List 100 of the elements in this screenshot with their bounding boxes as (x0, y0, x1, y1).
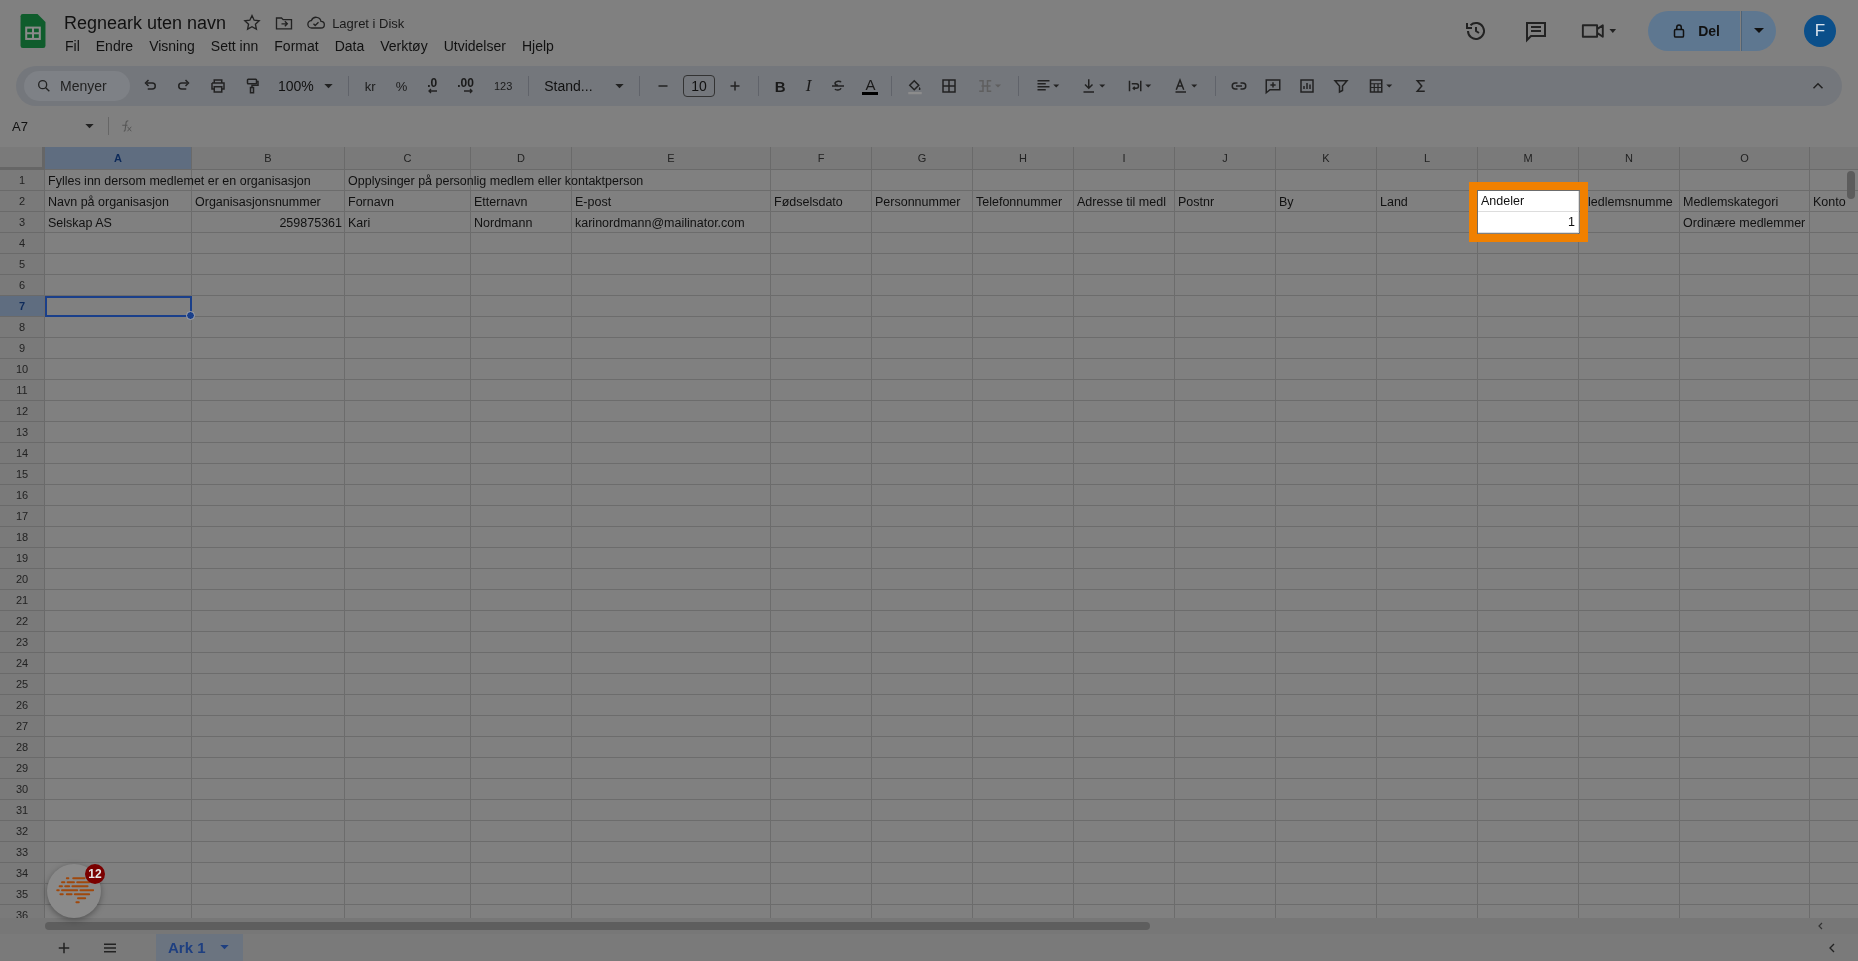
row-header[interactable]: 1 (0, 170, 45, 191)
font-size-field[interactable]: 10 (683, 75, 715, 97)
caret-icon (85, 123, 94, 129)
row-header[interactable]: 6 (0, 275, 45, 296)
sheet-tab[interactable]: Ark 1 (156, 934, 243, 961)
row-header[interactable]: 20 (0, 569, 45, 590)
table-cell-text: Telefonnummer (975, 194, 1064, 211)
row-header[interactable]: 33 (0, 842, 45, 863)
scrollbar-thumb[interactable] (1847, 171, 1855, 199)
table-cell-text: Etternavn (473, 194, 529, 211)
menu-item[interactable]: Fil (65, 37, 80, 54)
menu-item[interactable]: Format (274, 37, 319, 54)
sheets-logo-icon[interactable] (20, 14, 46, 48)
font-dropdown[interactable]: Stand... (538, 78, 631, 94)
italic-button[interactable]: I (798, 76, 819, 96)
row-header[interactable]: 4 (0, 233, 45, 254)
column-header[interactable]: M (1478, 147, 1579, 170)
row-header[interactable]: 17 (0, 506, 45, 527)
row-header[interactable]: 13 (0, 422, 45, 443)
fill-handle[interactable] (186, 311, 195, 320)
column-header[interactable]: D (471, 147, 572, 170)
table-cell-text: Postnr (1177, 194, 1216, 211)
row-header[interactable]: 30 (0, 779, 45, 800)
column-header[interactable]: O (1680, 147, 1810, 170)
table-cell-text: Fylles inn dersom medlemet er en organisasjon (47, 173, 312, 190)
table-cell-text: ledlemsnumme (1587, 194, 1674, 211)
row-header[interactable]: 9 (0, 338, 45, 359)
column-header[interactable]: E (572, 147, 771, 170)
name-box[interactable]: A7 (0, 118, 106, 134)
right-arrow-icon (463, 88, 474, 94)
table-cell-text: karinordmann@mailinator.com (574, 215, 746, 232)
column-header[interactable]: L (1377, 147, 1478, 170)
row-header[interactable]: 26 (0, 695, 45, 716)
row-header[interactable]: 11 (0, 380, 45, 401)
column-header[interactable]: K (1276, 147, 1377, 170)
comment-icon[interactable] (1524, 19, 1549, 43)
share-options-button[interactable] (1741, 11, 1776, 51)
increase-decimals-button[interactable]: .00 (450, 78, 481, 94)
row-header[interactable]: 35 (0, 884, 45, 905)
table-cell-text: Organisasjonsnummer (194, 194, 322, 211)
currency-format-button[interactable]: kr (357, 78, 383, 94)
row-header[interactable]: 2 (0, 191, 45, 212)
menu-search-field[interactable]: Menyer (24, 71, 130, 101)
zoom-dropdown[interactable]: 100% (272, 78, 339, 94)
menu-item[interactable]: Utvidelser (443, 37, 506, 54)
column-header[interactable]: J (1175, 147, 1276, 170)
bold-button[interactable]: B (767, 77, 793, 95)
column-header[interactable]: B (192, 147, 345, 170)
column-header[interactable]: N (1579, 147, 1680, 170)
column-header[interactable]: F (771, 147, 872, 170)
column-header[interactable]: C (345, 147, 471, 170)
table-cell-text: Nordmann (473, 215, 534, 232)
save-status: Lagret i Disk (332, 15, 405, 31)
document-title[interactable]: Regneark uten navn (64, 12, 227, 34)
menu-item[interactable]: Sett inn (210, 37, 259, 54)
account-avatar[interactable]: F (1804, 15, 1836, 47)
menu-item[interactable]: Visning (149, 37, 195, 54)
row-header[interactable]: 3 (0, 212, 45, 233)
menu-item[interactable]: Data (334, 37, 365, 54)
star-icon[interactable] (242, 13, 263, 33)
row-header[interactable]: 10 (0, 359, 45, 380)
row-header[interactable]: 8 (0, 317, 45, 338)
row-header[interactable]: 16 (0, 485, 45, 506)
row-header[interactable]: 14 (0, 443, 45, 464)
percent-format-button[interactable]: % (388, 78, 415, 94)
menu-item[interactable]: Verktøy (380, 37, 428, 54)
text-color-button[interactable]: A (862, 77, 879, 95)
row-header[interactable]: 25 (0, 674, 45, 695)
row-header[interactable]: 18 (0, 527, 45, 548)
row-header[interactable]: 32 (0, 821, 45, 842)
table-cell-text: Fødselsdato (773, 194, 844, 211)
row-header[interactable]: 29 (0, 758, 45, 779)
row-header[interactable]: 12 (0, 401, 45, 422)
row-header[interactable]: 21 (0, 590, 45, 611)
scrollbar-thumb[interactable] (45, 922, 1150, 930)
row-header[interactable]: 31 (0, 800, 45, 821)
column-header[interactable]: G (872, 147, 973, 170)
row-header[interactable]: 7 (0, 296, 45, 317)
row-header[interactable]: 34 (0, 863, 45, 884)
row-header[interactable]: 23 (0, 632, 45, 653)
share-button[interactable]: Del (1648, 11, 1740, 51)
number-format-button[interactable]: 123 (486, 80, 520, 92)
row-header[interactable]: 15 (0, 464, 45, 485)
caret-icon (219, 945, 229, 950)
table-cell-text: E-post (574, 194, 613, 211)
row-header[interactable]: 27 (0, 716, 45, 737)
decrease-decimals-button[interactable]: .0 (420, 78, 445, 94)
row-header[interactable]: 28 (0, 737, 45, 758)
active-cell[interactable] (45, 296, 192, 317)
row-header[interactable]: 24 (0, 653, 45, 674)
column-header[interactable]: H (973, 147, 1074, 170)
column-header[interactable]: A (45, 147, 192, 170)
row-header[interactable]: 22 (0, 611, 45, 632)
table-cell-text: Ordinære medlemmer (1682, 215, 1807, 232)
floating-extension-button[interactable] (47, 864, 101, 918)
row-header[interactable]: 19 (0, 548, 45, 569)
menu-item[interactable]: Endre (95, 37, 134, 54)
menu-item[interactable]: Hjelp (521, 37, 554, 54)
row-header[interactable]: 5 (0, 254, 45, 275)
table-cell-text: Fornavn (347, 194, 395, 211)
